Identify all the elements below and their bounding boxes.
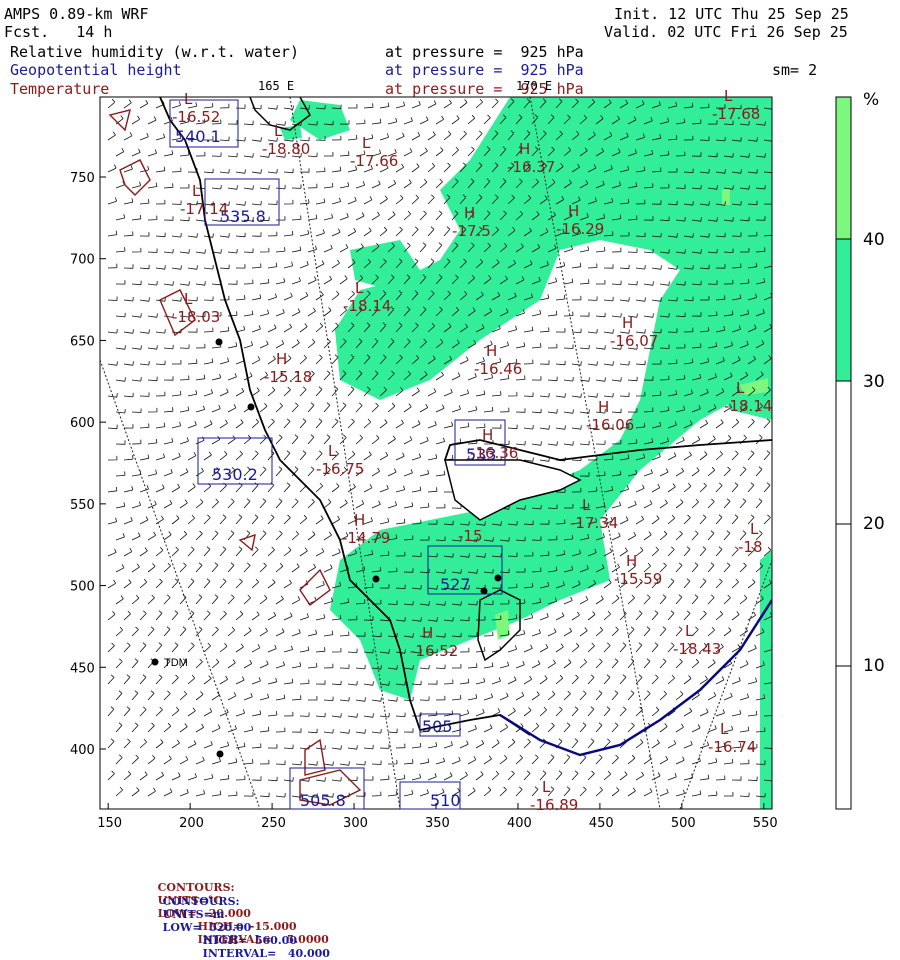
- temp-extremum-marker: H: [598, 398, 609, 416]
- temp-value: -16.07: [610, 332, 658, 350]
- temp-extremum-marker: L: [184, 90, 193, 108]
- y-tick-label: 550: [70, 498, 95, 513]
- temp-extremum-marker: H: [626, 552, 637, 570]
- temp-value: -16.46: [474, 360, 522, 378]
- temp-value: -17.14: [180, 200, 228, 218]
- temp-extremum-marker: L: [192, 182, 201, 200]
- x-tick-label: 450: [589, 816, 614, 831]
- colorbar-tick: 10: [863, 656, 885, 676]
- temp-value: -18.14: [343, 297, 391, 315]
- temp-extremum-marker: H: [276, 350, 287, 368]
- temp-extremum-marker: L: [362, 134, 371, 152]
- temp-value: -14.79: [342, 529, 390, 547]
- x-tick-label: 300: [343, 816, 368, 831]
- temp-extremum-marker: L: [685, 622, 694, 640]
- temp-value: -16.29: [556, 220, 604, 238]
- temp-value: -16.74: [708, 738, 756, 756]
- x-tick-label: 400: [507, 816, 532, 831]
- footer-units: UNITS=m: [162, 908, 225, 921]
- temp-value: -18.14: [724, 397, 772, 415]
- temp-value: -17.68: [712, 105, 760, 123]
- temp-value: -16.52: [172, 108, 220, 126]
- height-value: 530.2: [212, 465, 258, 484]
- temp-extremum-marker: H: [354, 511, 365, 529]
- temp-value: -15: [458, 527, 483, 545]
- y-tick-label: 650: [70, 334, 95, 349]
- y-tick-label: 700: [70, 253, 95, 268]
- temp-extremum-marker: H: [422, 624, 433, 642]
- temp-extremum-marker: H: [464, 204, 475, 222]
- temp-value: -18.03: [172, 308, 220, 326]
- temp-value: -17.5: [452, 222, 491, 240]
- footer-contours-label: CONTOURS:: [162, 895, 240, 908]
- temp-extremum-marker: L: [355, 279, 364, 297]
- height-value: 527: [440, 575, 471, 594]
- temp-value: -16.37: [507, 158, 555, 176]
- y-tick-label: 750: [70, 171, 95, 186]
- x-tick-label: 550: [753, 816, 778, 831]
- temp-extremum-marker: L: [274, 122, 283, 140]
- temp-value: -17.66: [350, 152, 398, 170]
- y-tick-label: 600: [70, 416, 95, 431]
- temp-extremum-marker: H: [482, 426, 493, 444]
- temp-extremum-marker: H: [519, 140, 530, 158]
- temp-extremum-marker: L: [736, 379, 745, 397]
- temp-value: -16.06: [586, 416, 634, 434]
- y-tick-label: 450: [70, 661, 95, 676]
- colorbar-tick: 20: [863, 514, 885, 534]
- temp-extremum-marker: H: [622, 314, 633, 332]
- colorbar-tick: 40: [863, 230, 885, 250]
- height-value: 540.1: [175, 127, 221, 146]
- map-canvas: TDM 540.1 535.8 530.2 527 533 505 505.8 …: [70, 87, 852, 831]
- x-tick-label: 200: [179, 816, 204, 831]
- colorbar-segment-30-40: [836, 239, 851, 381]
- temp-value: -16.75: [316, 460, 364, 478]
- colorbar: [835, 96, 852, 810]
- temp-extremum-marker: H: [568, 202, 579, 220]
- colorbar-segment-below-30: [836, 381, 851, 809]
- footer-high: HIGH= 560.00: [202, 934, 297, 947]
- colorbar-segment-40plus: [836, 97, 851, 239]
- x-tick-label: 350: [425, 816, 450, 831]
- temp-value: -15.59: [614, 570, 662, 588]
- temp-value: -18.43: [673, 640, 721, 658]
- temp-extremum-marker: L: [542, 778, 551, 796]
- height-value: 505.8: [300, 791, 346, 810]
- temp-value: -16.89: [530, 796, 578, 814]
- x-tick-label: 500: [671, 816, 696, 831]
- temp-value: -16.52: [410, 642, 458, 660]
- height-value: 510: [430, 791, 461, 810]
- temp-value: -17.34: [570, 514, 618, 532]
- colorbar-unit: %: [863, 90, 880, 110]
- rh-region-high: [722, 188, 730, 205]
- footer-height-contours: CONTOURS: UNITS=m LOW= 520.00 HIGH= 560.…: [155, 882, 330, 960]
- temp-extremum-marker: L: [720, 720, 729, 738]
- y-tick-label: 500: [70, 580, 95, 595]
- temp-extremum-marker: L: [184, 290, 193, 308]
- y-tick-label: 400: [70, 743, 95, 758]
- station-label-tdm: TDM: [164, 657, 188, 669]
- x-tick-label: 150: [97, 816, 122, 831]
- height-value: 505: [422, 717, 453, 736]
- temp-extremum-marker: L: [328, 442, 337, 460]
- temp-extremum-marker: L: [724, 87, 733, 105]
- temp-value: -16.36: [470, 444, 518, 462]
- footer-interval: INTERVAL= 40.000: [202, 947, 330, 960]
- temp-value: -15.18: [264, 368, 312, 386]
- temp-value: -18: [738, 538, 763, 556]
- temp-value: -18.80: [262, 140, 310, 158]
- temp-extremum-marker: L: [750, 520, 759, 538]
- temp-extremum-marker: L: [582, 496, 591, 514]
- temp-extremum-marker: H: [486, 342, 497, 360]
- colorbar-tick: 30: [863, 372, 885, 392]
- x-tick-label: 250: [261, 816, 286, 831]
- rh-region: [760, 550, 772, 809]
- footer-low: LOW= 520.00: [162, 921, 252, 934]
